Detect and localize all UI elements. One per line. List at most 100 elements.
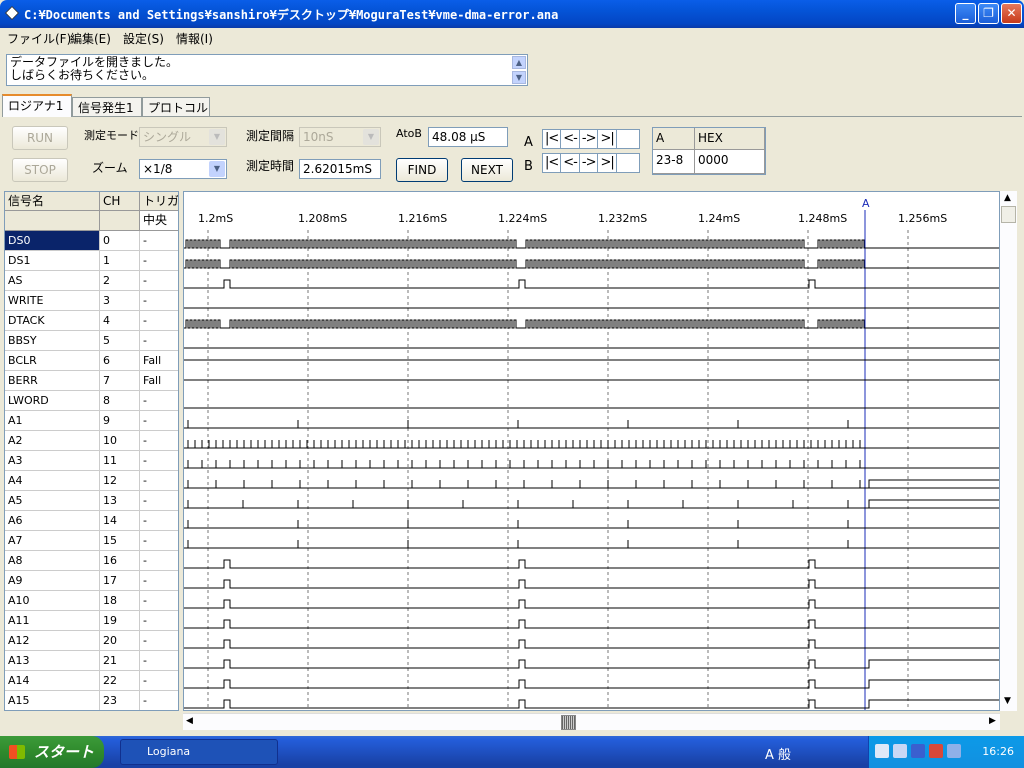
network-icon[interactable] (893, 744, 907, 758)
a-first-button[interactable]: |< (543, 130, 562, 148)
signal-trigger: - (140, 391, 178, 411)
waveform-canvas[interactable]: 1.2mS 1.208mS 1.216mS 1.224mS 1.232mS 1.24mS 1… (184, 192, 1000, 711)
menu-info[interactable]: 情報(I) (176, 30, 213, 47)
signal-row[interactable]: DS1 1- (5, 251, 178, 271)
a-prev-button[interactable]: <- (561, 130, 580, 148)
signal-trigger: Fall (140, 371, 178, 391)
signal-row[interactable]: BBSY 5- (5, 331, 178, 351)
scroll-up-icon[interactable]: ▲ (1004, 193, 1011, 203)
signal-row[interactable]: A15 23- (5, 691, 178, 710)
next-button[interactable]: NEXT (461, 158, 513, 182)
signal-row[interactable]: A4 12- (5, 471, 178, 491)
interval-label: 測定間隔 (246, 129, 295, 143)
signal-row[interactable]: AS 2- (5, 271, 178, 291)
scroll-up-icon[interactable]: ▲ (512, 56, 526, 69)
signal-row[interactable]: A1 9- (5, 411, 178, 431)
signal-channel: 0 (100, 231, 140, 251)
title-bar[interactable]: C:¥Documents and Settings¥sanshiro¥デスクトッ… (0, 0, 1024, 28)
signal-row[interactable]: A7 15- (5, 531, 178, 551)
mode-select[interactable]: シングル ▼ (139, 127, 227, 147)
trigger-position: 中央 (140, 211, 178, 231)
signal-name: DTACK (5, 311, 100, 331)
signal-row[interactable]: BCLR 6 Fall (5, 351, 178, 371)
help-icon[interactable] (875, 744, 889, 758)
signal-name: A7 (5, 531, 100, 551)
menu-edit[interactable]: 編集(E) (70, 30, 111, 47)
a-last-button[interactable]: >| (598, 130, 617, 148)
zoom-select[interactable]: ×1/8 ▼ (139, 159, 227, 179)
b-first-button[interactable]: |< (543, 154, 562, 172)
signal-channel: 14 (100, 511, 140, 531)
signal-row[interactable]: A13 21- (5, 651, 178, 671)
b-last-button[interactable]: >| (598, 154, 617, 172)
col-trigger: トリガ (140, 192, 178, 211)
maximize-button[interactable]: ❐ (978, 3, 999, 24)
taskbar-item-logiana[interactable]: Logiana (120, 739, 278, 765)
signal-row[interactable]: A3 11- (5, 451, 178, 471)
signal-trigger: - (140, 331, 178, 351)
signal-row[interactable]: A11 19- (5, 611, 178, 631)
interval-select[interactable]: 10nS ▼ (299, 127, 381, 147)
chevron-down-icon[interactable]: ▼ (363, 129, 379, 145)
menu-file[interactable]: ファイル(F) (7, 30, 71, 47)
scroll-down-icon[interactable]: ▼ (1004, 696, 1011, 706)
signal-table[interactable]: 信号名 CH トリガ 中央 DS0 0- DS1 1- AS 2- WRITE 3- DTACK… (4, 191, 179, 711)
find-button[interactable]: FIND (396, 158, 448, 182)
tab-logic-analyzer[interactable]: ロジアナ1 (2, 94, 72, 117)
time-tick-label: 1.24mS (698, 212, 740, 225)
signal-row[interactable]: A2 10- (5, 431, 178, 451)
a-next-button[interactable]: -> (580, 130, 599, 148)
signal-trigger: Fall (140, 351, 178, 371)
ime-indicator[interactable]: A 般 (765, 744, 791, 763)
scroll-right-icon[interactable]: ▶ (989, 716, 996, 726)
close-button[interactable]: ✕ (1001, 3, 1022, 24)
stop-button[interactable]: STOP (12, 158, 68, 182)
signal-row[interactable]: A6 14- (5, 511, 178, 531)
tab-signal-generator[interactable]: 信号発生1 (72, 97, 142, 116)
b-next-button[interactable]: -> (580, 154, 599, 172)
usb-icon[interactable] (911, 744, 925, 758)
chevron-down-icon[interactable]: ▼ (209, 161, 225, 177)
signal-channel: 15 (100, 531, 140, 551)
security-icon[interactable] (929, 744, 943, 758)
signal-trigger: - (140, 431, 178, 451)
volume-icon[interactable] (947, 744, 961, 758)
hex-grid[interactable]: A HEX 23-8 0000 (652, 127, 766, 175)
signal-row[interactable]: A9 17- (5, 571, 178, 591)
signal-name: A10 (5, 591, 100, 611)
signal-row[interactable]: A10 18- (5, 591, 178, 611)
time-tick-label: 1.256mS (898, 212, 947, 225)
signal-row[interactable]: BERR 7 Fall (5, 371, 178, 391)
b-prev-button[interactable]: <- (561, 154, 580, 172)
scroll-down-icon[interactable]: ▼ (512, 71, 526, 84)
signal-row[interactable]: DTACK 4- (5, 311, 178, 331)
chevron-down-icon[interactable]: ▼ (209, 129, 225, 145)
signal-name: A13 (5, 651, 100, 671)
minimize-button[interactable]: _ (955, 3, 976, 24)
scroll-left-icon[interactable]: ◀ (186, 716, 193, 726)
waveform-view[interactable]: 1.2mS 1.208mS 1.216mS 1.224mS 1.232mS 1.24mS 1… (183, 191, 1000, 711)
signal-row[interactable]: A5 13- (5, 491, 178, 511)
waveform-a13 (184, 659, 999, 669)
vertical-scrollbar[interactable]: ▲ ▼ (1000, 191, 1017, 711)
signal-row[interactable]: LWORD 8- (5, 391, 178, 411)
status-message-box[interactable]: データファイルを開きました。 しばらくお待ちください。 ▲ ▼ (6, 54, 528, 86)
start-button[interactable]: スタート (0, 736, 104, 768)
tab-protocol[interactable]: プロトコル (142, 97, 210, 116)
signal-row[interactable]: A8 16- (5, 551, 178, 571)
horizontal-scroll-thumb[interactable] (561, 715, 576, 730)
signal-row[interactable]: DS0 0- (5, 231, 178, 251)
clock: 16:26 (982, 745, 1014, 758)
waveform-a14 (184, 679, 999, 689)
signal-row[interactable]: A14 22- (5, 671, 178, 691)
signal-row[interactable]: A12 20- (5, 631, 178, 651)
window-title: C:¥Documents and Settings¥sanshiro¥デスクトッ… (24, 8, 559, 22)
signal-channel: 9 (100, 411, 140, 431)
vertical-scroll-thumb[interactable] (1001, 206, 1016, 223)
horizontal-scrollbar[interactable]: ◀ ▶ (183, 713, 1000, 730)
time-field[interactable]: 2.62015mS (299, 159, 381, 179)
atob-field[interactable]: 48.08 μS (428, 127, 508, 147)
menu-settings[interactable]: 設定(S) (123, 30, 164, 47)
signal-row[interactable]: WRITE 3- (5, 291, 178, 311)
run-button[interactable]: RUN (12, 126, 68, 150)
